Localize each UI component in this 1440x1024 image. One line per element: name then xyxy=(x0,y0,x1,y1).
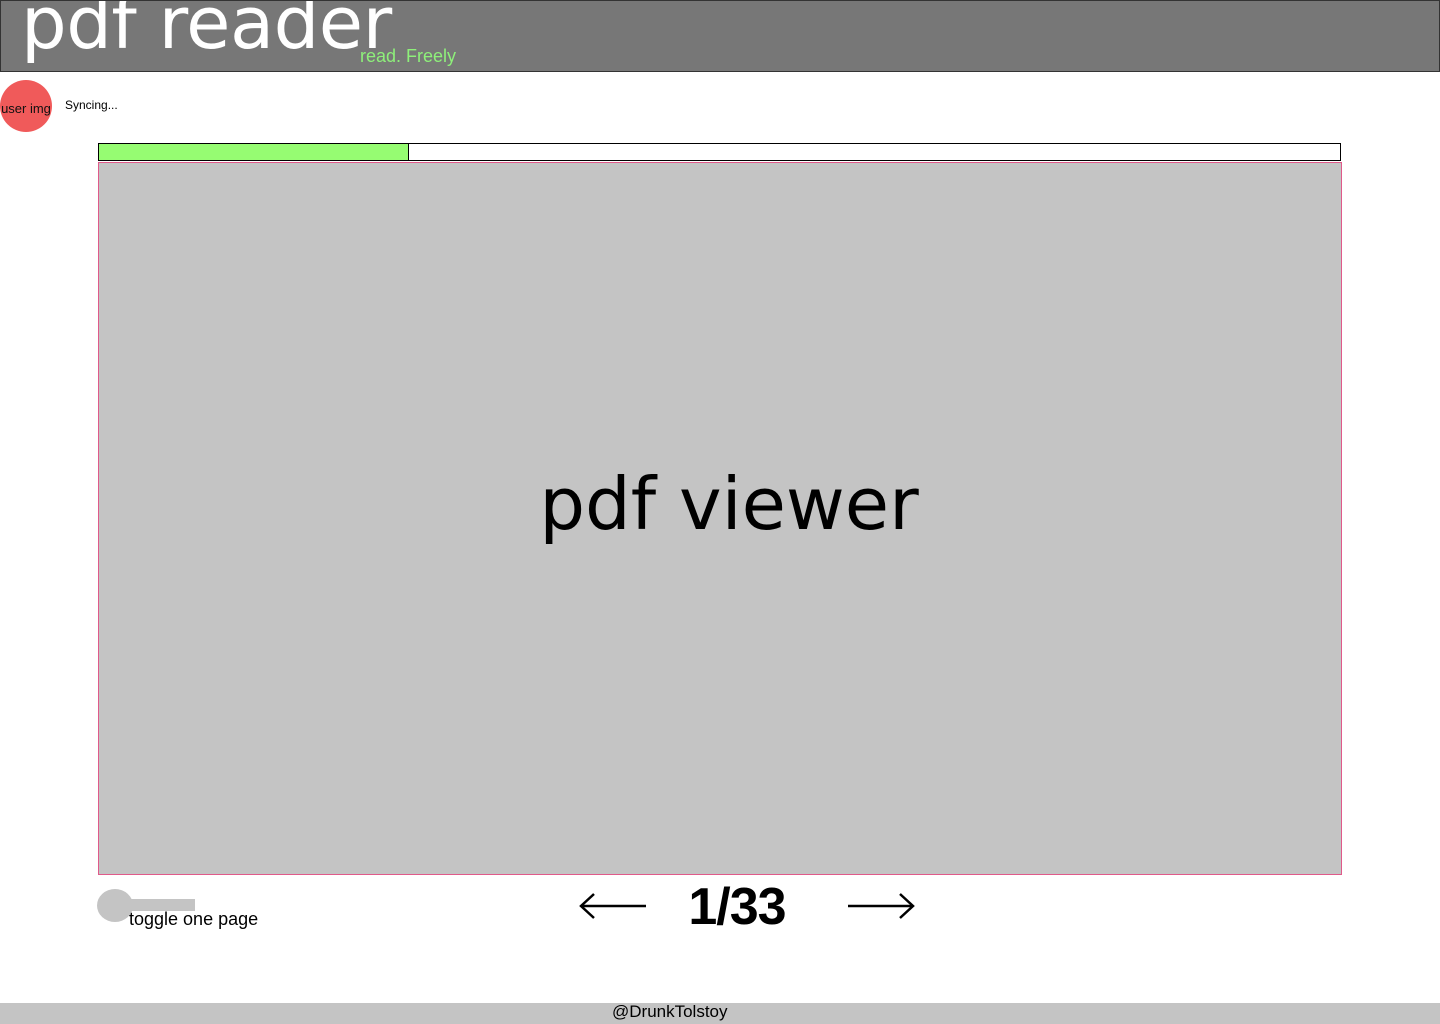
toggle-knob[interactable] xyxy=(97,889,133,922)
footer-credit[interactable]: @DrunkTolstoy xyxy=(612,1002,728,1022)
app-header: pdf reader read. Freely xyxy=(0,0,1440,72)
toggle-label: toggle one page xyxy=(129,909,259,929)
arrow-right-icon xyxy=(848,893,915,919)
pdf-viewer-label: pdf viewer xyxy=(539,461,919,546)
app-root: pdf reader read. Freely user img Syncing… xyxy=(0,0,1440,1024)
avatar-label: user img xyxy=(1,100,51,116)
page-counter: 1/33 xyxy=(688,878,786,936)
app-tagline: read. Freely xyxy=(360,46,457,66)
app-title: pdf reader xyxy=(21,0,392,65)
sync-status: Syncing... xyxy=(65,98,118,112)
next-page-button[interactable] xyxy=(846,890,916,922)
avatar[interactable]: user img xyxy=(0,80,52,132)
reading-progress-bar xyxy=(98,143,1341,161)
reading-progress-fill xyxy=(99,144,410,160)
arrow-left-icon xyxy=(579,893,646,919)
prev-page-button[interactable] xyxy=(578,890,648,922)
pdf-viewer[interactable]: pdf viewer xyxy=(98,162,1342,875)
